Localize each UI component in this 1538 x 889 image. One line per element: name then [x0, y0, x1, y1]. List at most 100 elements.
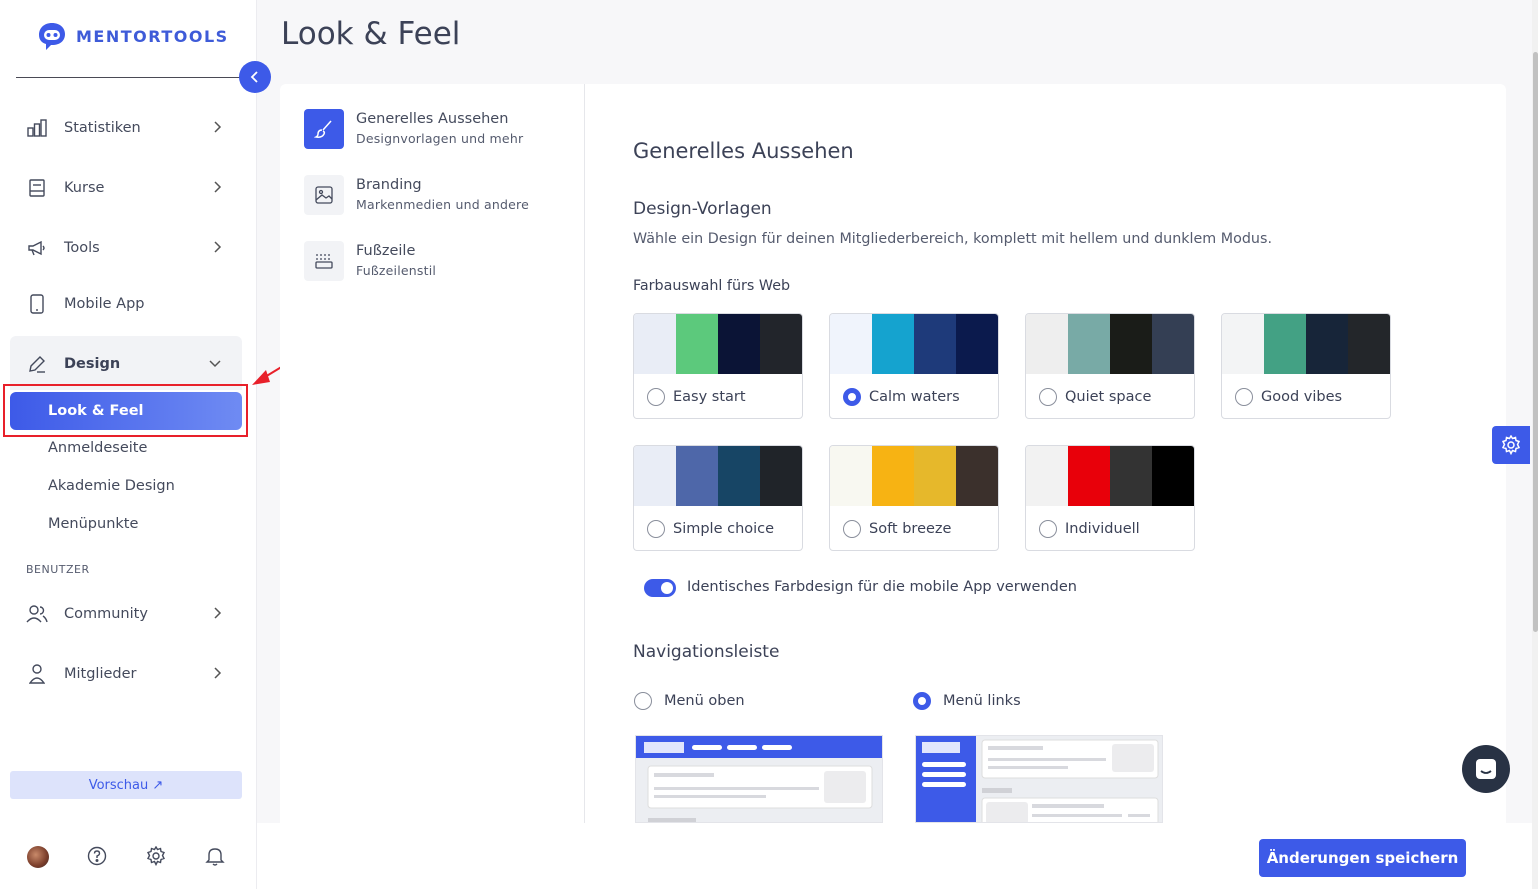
color-swatch — [760, 446, 802, 506]
theme-card-quiet-space[interactable]: Quiet space — [1025, 313, 1195, 419]
settings-icon[interactable] — [146, 846, 166, 866]
color-swatch — [1264, 314, 1306, 374]
sidebar-item-design[interactable]: Design — [10, 342, 242, 386]
annotation-highlight-box — [3, 384, 248, 437]
theme-radio[interactable] — [1235, 387, 1253, 406]
brush-icon — [304, 109, 344, 149]
users-icon — [26, 603, 48, 625]
theme-card-calm-waters[interactable]: Calm waters — [829, 313, 999, 419]
design-templates-description: Wähle ein Design für deinen Mitgliederbe… — [633, 231, 1272, 247]
color-swatches — [830, 314, 998, 374]
color-swatch — [830, 314, 872, 374]
subnav-desc: Designvorlagen und mehr — [356, 131, 524, 146]
subnav-desc: Fußzeilenstil — [356, 263, 437, 278]
mobile-color-toggle[interactable] — [644, 579, 676, 597]
menu-top-preview[interactable] — [635, 735, 883, 823]
subnav-branding[interactable]: Branding Markenmedien und andere — [304, 175, 529, 215]
chevron-right-icon — [214, 667, 222, 679]
theme-card-simple-choice[interactable]: Simple choice — [633, 445, 803, 551]
book-icon — [26, 177, 48, 199]
save-changes-button[interactable]: Änderungen speichern — [1259, 839, 1466, 877]
megaphone-icon — [26, 237, 48, 259]
theme-name: Simple choice — [673, 520, 775, 537]
chevron-right-icon — [214, 607, 222, 619]
sidebar-item-label: Community — [64, 606, 148, 622]
color-swatch — [1110, 314, 1152, 374]
bell-icon[interactable] — [205, 846, 225, 866]
color-swatch — [914, 314, 956, 374]
nav-option-radio[interactable] — [634, 692, 652, 710]
robot-logo-icon — [39, 23, 65, 50]
color-swatch — [1152, 314, 1194, 374]
theme-card-good-vibes[interactable]: Good vibes — [1221, 313, 1391, 419]
sidebar-subitem-menuepunkte[interactable]: Menüpunkte — [48, 516, 138, 532]
floating-settings-button[interactable] — [1492, 426, 1530, 464]
settings-icon — [1501, 435, 1521, 455]
theme-card-soft-breeze[interactable]: Soft breeze — [829, 445, 999, 551]
color-swatch — [1222, 314, 1264, 374]
sidebar-item-label: Tools — [64, 240, 100, 256]
sidebar-subitem-anmeldeseite[interactable]: Anmeldeseite — [48, 440, 147, 456]
color-swatch — [1110, 446, 1152, 506]
color-swatches — [830, 446, 998, 506]
theme-radio[interactable] — [1039, 519, 1057, 538]
color-swatches — [1026, 446, 1194, 506]
sidebar-item-label: Design — [64, 356, 121, 372]
color-swatch — [956, 314, 998, 374]
menu-left-preview[interactable] — [915, 735, 1163, 823]
page-title: Look & Feel — [281, 16, 461, 52]
theme-radio[interactable] — [843, 519, 861, 538]
color-swatch — [760, 314, 802, 374]
sidebar-subitem-akademie-design[interactable]: Akademie Design — [48, 478, 175, 494]
sidebar-item-label: Mitglieder — [64, 666, 137, 682]
color-swatch — [1068, 314, 1110, 374]
sidebar: MENTORTOOLS Statistiken Kurse Tools Mobi… — [0, 0, 257, 889]
subnav-generelles-aussehen[interactable]: Generelles Aussehen Designvorlagen und m… — [304, 109, 523, 149]
subnav-title: Branding — [356, 177, 422, 193]
color-swatch — [1026, 446, 1068, 506]
footer-layout-icon — [304, 241, 344, 281]
color-swatch — [1348, 314, 1390, 374]
theme-radio[interactable] — [1039, 387, 1057, 406]
color-swatch — [872, 314, 914, 374]
color-swatch — [1152, 446, 1194, 506]
sidebar-item-tools[interactable]: Tools — [10, 226, 242, 270]
subnav-fusszeile[interactable]: Fußzeile Fußzeilenstil — [304, 241, 436, 281]
theme-radio[interactable] — [647, 519, 665, 538]
section-label-benutzer: BENUTZER — [26, 563, 90, 576]
nav-option-menu-top[interactable]: Menü oben — [634, 692, 745, 710]
sidebar-collapse-button[interactable] — [239, 61, 271, 93]
help-icon[interactable] — [87, 846, 107, 866]
chevron-right-icon — [214, 181, 222, 193]
web-color-label: Farbauswahl fürs Web — [633, 278, 791, 294]
sidebar-item-kurse[interactable]: Kurse — [10, 166, 242, 210]
theme-radio[interactable] — [647, 387, 665, 406]
sidebar-item-statistiken[interactable]: Statistiken — [10, 106, 242, 150]
color-swatch — [872, 446, 914, 506]
theme-card-individuell[interactable]: Individuell — [1025, 445, 1195, 551]
sidebar-item-mobile-app[interactable]: Mobile App — [10, 282, 242, 326]
color-swatch — [634, 446, 676, 506]
color-swatch — [676, 314, 718, 374]
chat-launcher-button[interactable] — [1462, 745, 1510, 793]
nav-option-menu-left[interactable]: Menü links — [913, 692, 1021, 710]
theme-card-easy-start[interactable]: Easy start — [633, 313, 803, 419]
preview-button[interactable]: Vorschau ↗ — [10, 771, 242, 799]
design-templates-heading: Design-Vorlagen — [633, 199, 772, 219]
sidebar-item-community[interactable]: Community — [10, 592, 242, 636]
sidebar-item-label: Mobile App — [64, 296, 145, 312]
theme-name: Good vibes — [1261, 388, 1343, 405]
sidebar-item-mitglieder[interactable]: Mitglieder — [10, 652, 242, 696]
theme-name: Quiet space — [1065, 388, 1152, 405]
logo[interactable]: MENTORTOOLS — [36, 20, 229, 52]
subnav-title: Generelles Aussehen — [356, 111, 509, 127]
nav-option-radio[interactable] — [913, 692, 931, 710]
subnav-title: Fußzeile — [356, 243, 416, 259]
chat-icon — [1476, 759, 1496, 779]
scrollbar-thumb[interactable] — [1533, 52, 1538, 632]
avatar[interactable] — [27, 846, 49, 868]
color-swatch — [718, 314, 760, 374]
theme-radio[interactable] — [843, 387, 861, 406]
theme-name: Individuell — [1065, 520, 1140, 537]
navigation-bar-heading: Navigationsleiste — [633, 642, 780, 662]
